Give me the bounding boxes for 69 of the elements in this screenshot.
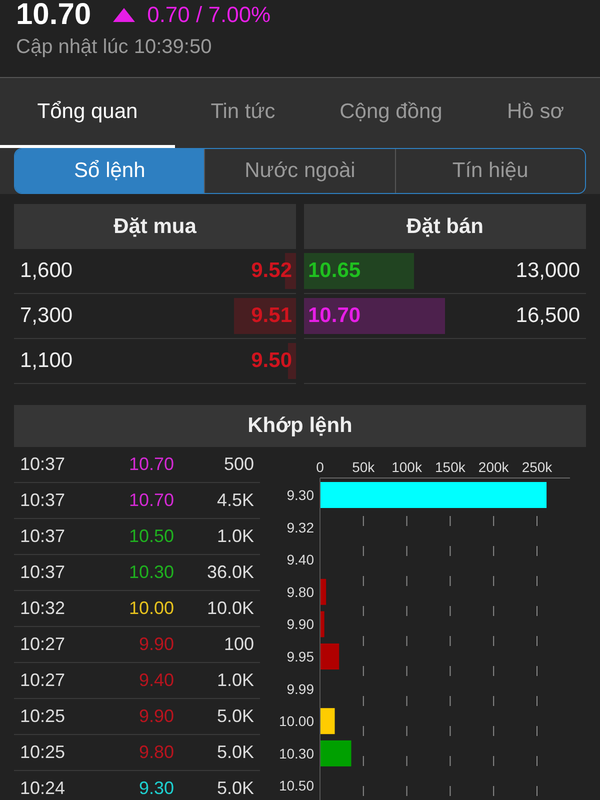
trade-time: 10:24 (19, 778, 66, 799)
trade-volume: 1.0K (216, 670, 255, 691)
price-level-label: 9.40 (286, 552, 314, 568)
trade-time: 10:37 (19, 454, 66, 475)
price-level-label: 9.80 (286, 584, 314, 600)
update-time: Cập nhật lúc 10:39:50 (16, 36, 213, 59)
ask-volume: 16,500 (514, 304, 581, 328)
axis-tick-label: 0 (316, 459, 324, 475)
price-level-label: 9.30 (286, 487, 314, 503)
ask-volume: 13,000 (514, 259, 581, 283)
trade-volume: 5.0K (216, 706, 255, 727)
trade-volume: 4.5K (216, 490, 255, 511)
trade-price: 9.90 (138, 634, 174, 655)
trade-volume: 5.0K (216, 742, 255, 763)
trade-price: 9.30 (138, 778, 174, 799)
axis-tick-label: 150k (435, 459, 466, 475)
ask-price: 10.65 (307, 259, 362, 283)
segment-tab[interactable]: Tín hiệu (394, 149, 585, 193)
price-level-label: 9.95 (286, 648, 314, 664)
bid-volume: 1,600 (19, 259, 74, 283)
bid-price: 9.51 (250, 304, 293, 328)
trade-volume: 100 (222, 634, 255, 655)
trade-time: 10:27 (19, 634, 66, 655)
bid-volume: 1,100 (19, 349, 74, 373)
trade-volume: 5.0K (216, 778, 255, 799)
bid-price: 9.50 (250, 349, 293, 373)
stock-price: 10.70 (16, 0, 92, 32)
trade-time: 10:37 (19, 526, 66, 547)
segment-tab[interactable]: Sổ lệnh (15, 149, 204, 193)
trade-price: 10.30 (128, 562, 174, 583)
price-change: 0.70 / 7.00% (147, 2, 271, 28)
axis-tick-label: 50k (352, 459, 375, 475)
trade-price: 10.50 (128, 526, 174, 547)
trade-price: 10.70 (128, 490, 174, 511)
buy-header: Đặt mua (14, 204, 296, 249)
ask-price: 10.70 (307, 304, 362, 328)
price-level-label: 10.30 (278, 745, 314, 762)
trade-price: 10.70 (128, 454, 174, 475)
matched-orders-header: Khớp lệnh (14, 405, 586, 447)
trade-time: 10:27 (19, 670, 66, 691)
tab[interactable]: Cộng đồng (311, 78, 471, 148)
axis-tick-label: 250k (522, 459, 552, 475)
price-level-label: 9.90 (286, 616, 314, 632)
tab[interactable]: Tin tức (175, 78, 311, 148)
trade-time: 10:37 (19, 562, 66, 583)
trade-volume: 10.0K (206, 598, 255, 619)
segment-tab[interactable]: Nước ngoài (204, 149, 395, 193)
axis-tick-label: 200k (478, 459, 509, 475)
trade-time: 10:32 (19, 598, 66, 619)
trade-time: 10:37 (19, 490, 66, 511)
tab[interactable]: Hồ sơ (471, 78, 600, 148)
trade-price: 10.00 (128, 598, 174, 619)
trade-volume: 1.0K (216, 526, 255, 547)
sell-header: Đặt bán (304, 204, 586, 249)
price-level-label: 9.99 (286, 680, 314, 697)
triangle-up-icon (113, 8, 136, 22)
price-level-label: 10.00 (278, 713, 314, 730)
trade-price: 9.90 (138, 706, 174, 727)
bid-price: 9.52 (250, 259, 293, 283)
bid-volume: 7,300 (19, 304, 74, 328)
trade-time: 10:25 (19, 742, 66, 763)
trade-time: 10:25 (19, 706, 66, 727)
trade-volume: 500 (222, 454, 255, 475)
price-level-label: 10.50 (278, 778, 314, 794)
trade-volume: 36.0K (206, 562, 255, 583)
price-level-label: 9.32 (286, 519, 314, 536)
trade-price: 9.80 (138, 742, 174, 763)
axis-tick-label: 100k (392, 459, 422, 475)
trade-price: 9.40 (138, 670, 174, 691)
